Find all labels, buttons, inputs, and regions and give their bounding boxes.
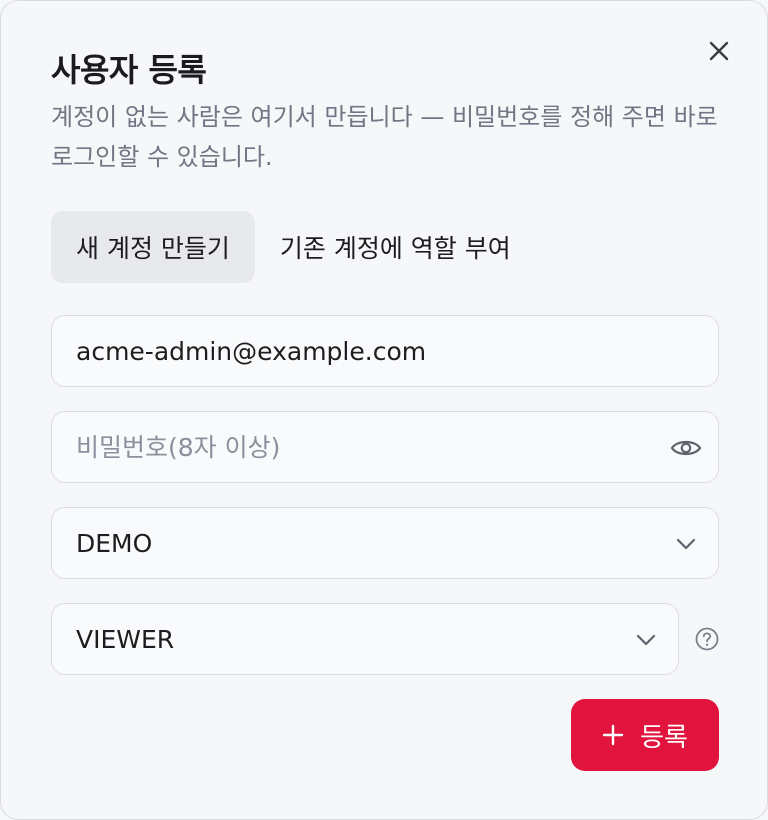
close-icon bbox=[709, 41, 729, 61]
register-button-label: 등록 bbox=[640, 722, 688, 753]
register-button[interactable]: 등록 bbox=[571, 699, 719, 771]
tab-assign-role[interactable]: 기존 계정에 역할 부여 bbox=[255, 211, 536, 283]
help-circle-icon bbox=[695, 627, 719, 651]
close-button[interactable] bbox=[703, 35, 735, 67]
email-field[interactable] bbox=[76, 336, 694, 366]
organization-select[interactable]: DEMO bbox=[51, 507, 719, 579]
chevron-down-icon bbox=[676, 538, 696, 550]
dialog-description: 계정이 없는 사람은 여기서 만듭니다 — 비밀번호를 정해 주면 바로 로그인… bbox=[51, 103, 718, 171]
role-selected-value: VIEWER bbox=[76, 624, 175, 654]
password-field[interactable] bbox=[76, 432, 694, 462]
register-user-dialog: 사용자 등록 계정이 없는 사람은 여기서 만듭니다 — 비밀번호를 정해 주면… bbox=[0, 0, 768, 820]
dialog-title: 사용자 등록 bbox=[51, 51, 207, 89]
password-field-wrapper bbox=[51, 411, 719, 483]
tab-create-account[interactable]: 새 계정 만들기 bbox=[51, 211, 255, 283]
email-field-wrapper bbox=[51, 315, 719, 387]
role-select[interactable]: VIEWER bbox=[51, 603, 679, 675]
chevron-down-icon bbox=[636, 634, 656, 646]
role-help-button[interactable] bbox=[693, 625, 721, 653]
role-dropdown-toggle[interactable] bbox=[628, 622, 664, 658]
eye-icon bbox=[670, 440, 702, 456]
plus-icon bbox=[602, 724, 624, 746]
mode-tabs: 새 계정 만들기 기존 계정에 역할 부여 bbox=[51, 211, 536, 283]
organization-dropdown-toggle[interactable] bbox=[668, 526, 704, 562]
password-visibility-toggle[interactable] bbox=[668, 430, 704, 466]
organization-selected-value: DEMO bbox=[76, 528, 153, 558]
